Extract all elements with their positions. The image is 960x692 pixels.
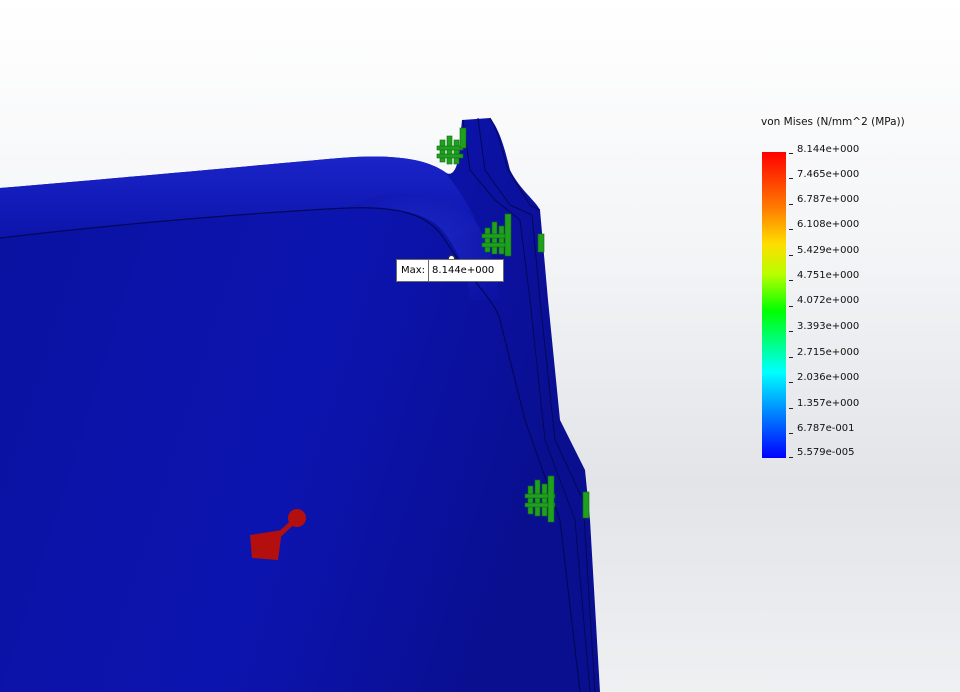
- legend-label: 5.429e+000: [797, 245, 860, 256]
- probe-label: Max:: [397, 260, 430, 281]
- stress-legend[interactable]: von Mises (N/mm^2 (MPa)) 8.144e+000 7.46…: [760, 116, 940, 466]
- legend-label: 4.072e+000: [797, 295, 860, 306]
- legend-label: 2.036e+000: [797, 372, 860, 383]
- legend-label: 4.751e+000: [797, 270, 860, 281]
- legend-label: 3.393e+000: [797, 321, 860, 332]
- legend-label: 5.579e-005: [797, 447, 855, 458]
- legend-label: 6.787e-001: [797, 423, 855, 434]
- legend-color-bar: [762, 152, 786, 458]
- legend-tick: [789, 306, 793, 307]
- legend-tick: [789, 204, 793, 205]
- legend-tick: [789, 457, 793, 458]
- legend-tick: [789, 357, 793, 358]
- legend-tick: [789, 408, 793, 409]
- legend-tick: [789, 229, 793, 230]
- legend-label: 8.144e+000: [797, 144, 860, 155]
- legend-title: von Mises (N/mm^2 (MPa)): [761, 116, 905, 128]
- graphics-viewport[interactable]: Max: 8.144e+000 von Mises (N/mm^2 (MPa))…: [0, 0, 960, 692]
- legend-label: 6.108e+000: [797, 219, 860, 230]
- legend-label: 1.357e+000: [797, 398, 860, 409]
- legend-tick: [789, 153, 793, 154]
- legend-tick: [789, 331, 793, 332]
- legend-tick: [789, 382, 793, 383]
- legend-label: 7.465e+000: [797, 169, 860, 180]
- legend-label: 2.715e+000: [797, 347, 860, 358]
- legend-label: 6.787e+000: [797, 194, 860, 205]
- legend-tick: [789, 255, 793, 256]
- max-stress-probe[interactable]: Max: 8.144e+000: [396, 259, 504, 282]
- legend-tick: [789, 433, 793, 434]
- legend-tick: [789, 280, 793, 281]
- legend-tick: [789, 178, 793, 179]
- probe-value: 8.144e+000: [432, 265, 495, 276]
